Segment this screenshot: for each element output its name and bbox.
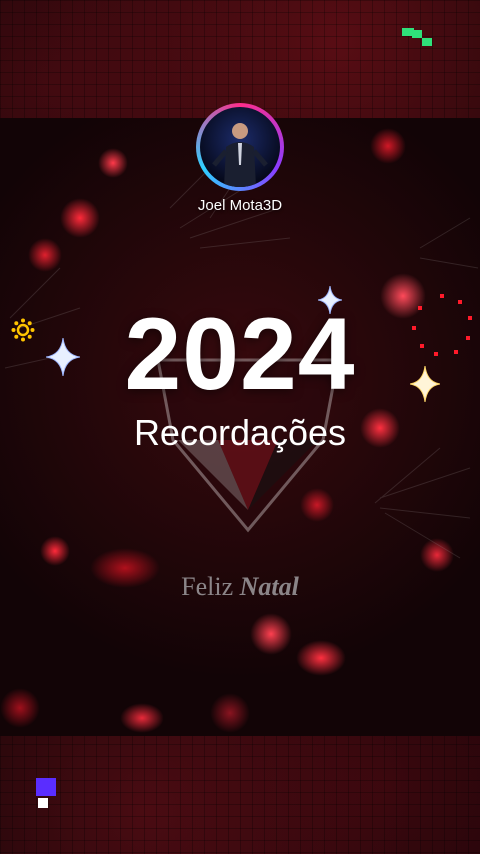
sparkle-icon bbox=[410, 366, 440, 402]
subtitle: Recordações bbox=[133, 412, 347, 453]
greeting-word: Feliz bbox=[181, 572, 234, 601]
person-figure-icon bbox=[212, 123, 268, 187]
avatar bbox=[200, 107, 280, 187]
sun-icon bbox=[11, 318, 35, 342]
profile-username[interactable]: Joel Mota3D bbox=[0, 197, 480, 214]
sparkle-icon bbox=[318, 286, 342, 314]
greeting-text: Feliz Natal bbox=[0, 572, 480, 602]
greeting-word-emphasis: Natal bbox=[239, 572, 299, 601]
brand-logo-icon bbox=[36, 778, 56, 808]
brand-logo-icon bbox=[402, 28, 432, 46]
dotted-circle-icon bbox=[412, 294, 472, 356]
avatar-ring bbox=[196, 103, 284, 191]
sparkle-icon bbox=[46, 338, 80, 376]
profile-avatar[interactable] bbox=[196, 103, 284, 191]
